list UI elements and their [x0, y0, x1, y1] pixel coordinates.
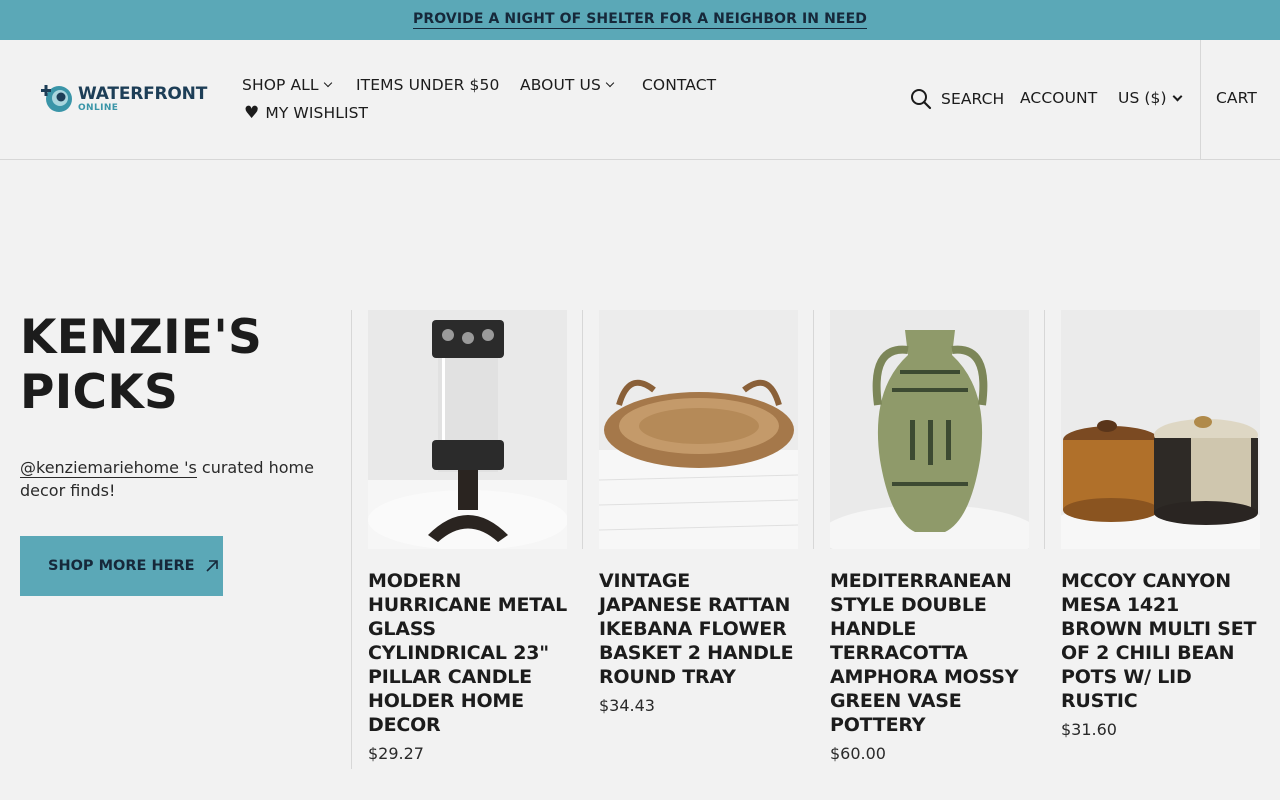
product-price: $31.60 — [1061, 720, 1117, 739]
nav-items-under-50[interactable]: ITEMS UNDER $50 — [356, 76, 499, 94]
product-card[interactable]: MODERN HURRICANE METAL GLASS CYLINDRICAL… — [368, 310, 567, 764]
product-price: $60.00 — [830, 744, 886, 763]
nav-shop-all[interactable]: SHOP ALL — [242, 76, 332, 94]
nav-wishlist-label: MY WISHLIST — [265, 104, 369, 122]
product-price: $29.27 — [368, 744, 424, 763]
announcement-bar: PROVIDE A NIGHT OF SHELTER FOR A NEIGHBO… — [0, 0, 1280, 40]
nav-about-us-label: ABOUT US — [520, 76, 601, 94]
nav-about-us[interactable]: ABOUT US — [520, 76, 615, 94]
chevron-down-icon — [605, 78, 615, 88]
nav-items-under-label: ITEMS UNDER $50 — [356, 76, 500, 94]
card-divider — [582, 310, 583, 549]
currency-selector[interactable]: US ($) — [1118, 89, 1183, 107]
cart-divider — [1200, 40, 1201, 160]
currency-label: US ($) — [1118, 89, 1167, 107]
nav-contact[interactable]: CONTACT — [642, 76, 716, 94]
product-card[interactable]: VINTAGE JAPANESE RATTAN IKEBANA FLOWER B… — [599, 310, 798, 716]
cart-label: CART — [1216, 89, 1257, 107]
product-image-amphora-vase[interactable] — [830, 310, 1029, 549]
site-header: WATERFRONT ONLINE SHOP ALL ITEMS UNDER $… — [0, 40, 1280, 160]
section-description: @kenziemariehome 's curated home decor f… — [20, 456, 330, 502]
product-price: $34.43 — [599, 696, 655, 715]
chevron-down-icon — [323, 78, 332, 88]
search-label: SEARCH — [941, 90, 1005, 108]
announcement-link[interactable]: PROVIDE A NIGHT OF SHELTER FOR A NEIGHBO… — [413, 11, 867, 29]
arrow-up-right-icon — [206, 560, 218, 572]
heart-icon: ♥ — [244, 102, 260, 123]
product-title[interactable]: MODERN HURRICANE METAL GLASS CYLINDRICAL… — [368, 569, 567, 737]
column-divider — [351, 310, 352, 769]
card-divider — [813, 310, 814, 549]
section-title: KENZIE'S PICKS — [20, 310, 263, 420]
nav-contact-label: CONTACT — [642, 76, 717, 94]
instagram-handle-link[interactable]: @kenziemariehome 's — [20, 458, 197, 478]
product-image-rattan-basket[interactable] — [599, 310, 798, 549]
product-card[interactable]: MCCOY CANYON MESA 1421 BROWN MULTI SET O… — [1061, 310, 1260, 740]
product-image-bean-pots[interactable] — [1061, 310, 1260, 549]
nav-wishlist[interactable]: ♥ MY WISHLIST — [244, 104, 368, 122]
collection-intro: KENZIE'S PICKS @kenziemariehome 's curat… — [20, 310, 330, 502]
account-label: ACCOUNT — [1020, 89, 1098, 107]
logo-tagline: ONLINE — [78, 102, 119, 113]
product-title[interactable]: VINTAGE JAPANESE RATTAN IKEBANA FLOWER B… — [599, 569, 798, 689]
search-button[interactable]: SEARCH — [910, 88, 1004, 110]
waterfront-logo-icon — [41, 85, 72, 112]
chevron-down-icon — [1172, 91, 1183, 101]
product-title[interactable]: MEDITERRANEAN STYLE DOUBLE HANDLE TERRAC… — [830, 569, 1029, 737]
search-icon — [911, 89, 932, 110]
account-link[interactable]: ACCOUNT — [1020, 89, 1097, 107]
shop-more-button[interactable]: SHOP MORE HERE — [20, 536, 223, 596]
nav-shop-all-label: SHOP ALL — [242, 76, 319, 94]
site-logo[interactable]: WATERFRONT ONLINE — [40, 83, 207, 115]
product-image-candle-holder[interactable] — [368, 310, 567, 549]
product-card[interactable]: MEDITERRANEAN STYLE DOUBLE HANDLE TERRAC… — [830, 310, 1029, 764]
product-title[interactable]: MCCOY CANYON MESA 1421 BROWN MULTI SET O… — [1061, 569, 1260, 713]
cart-link[interactable]: CART — [1216, 89, 1257, 107]
shop-more-label: SHOP MORE HERE — [48, 558, 195, 574]
logo-wordmark: WATERFRONT — [78, 83, 208, 104]
card-divider — [1044, 310, 1045, 549]
